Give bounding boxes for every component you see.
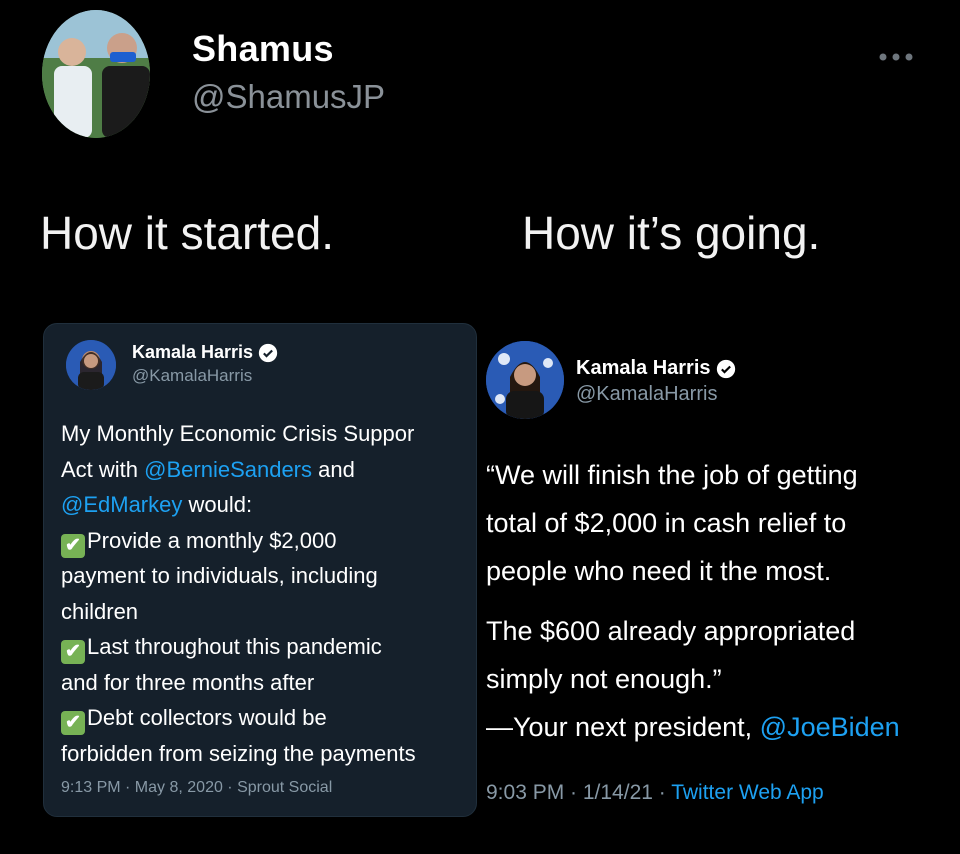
- tweet-body: “We will finish the job of getting total…: [486, 451, 900, 751]
- tweet-author-name[interactable]: Kamala Harris: [576, 357, 736, 380]
- tweet-author-name[interactable]: Kamala Harris: [132, 342, 278, 363]
- mention-link-joebiden[interactable]: @JoeBiden: [760, 712, 900, 742]
- check-mark-icon: ✔: [61, 533, 85, 558]
- tweet-line: ✔ Provide a monthly $2,000: [61, 523, 416, 559]
- tweet-timestamp: 9:03 PM · 1/14/21 · Twitter Web App: [486, 781, 824, 805]
- tweet-line: —Your next president, @JoeBiden: [486, 703, 900, 751]
- tweet-line: The $600 already appropriated: [486, 616, 856, 646]
- mention-link-edmarkey[interactable]: @EdMarkey: [61, 492, 182, 517]
- tweet-line: total of $2,000 in cash relief to: [486, 508, 847, 538]
- tweet-body: My Monthly Economic Crisis Suppor Act wi…: [61, 416, 416, 771]
- avatar-photo: [42, 10, 150, 138]
- tweet-line-text: and: [312, 456, 355, 482]
- tweet-line: Act with @BernieSanders and: [61, 452, 416, 488]
- tweet-author-handle[interactable]: @KamalaHarris: [132, 366, 252, 386]
- verified-badge-icon: [716, 359, 736, 378]
- tweet-line-text: Debt collectors would be: [87, 705, 327, 730]
- verified-badge-icon: [258, 344, 278, 363]
- tweet-timestamp[interactable]: 9:13 PM · May 8, 2020 · Sprout Social: [61, 779, 332, 797]
- tweet-line-text: Last throughout this pandemic: [87, 634, 382, 659]
- caption-how-its-going: How it’s going.: [522, 207, 821, 259]
- tweet-source-link[interactable]: Twitter Web App: [671, 781, 824, 804]
- tweet-avatar[interactable]: [486, 341, 564, 419]
- tweet-line: My Monthly Economic Crisis Suppor: [61, 421, 415, 446]
- tweet-line: people who need it the most.: [486, 556, 832, 586]
- profile-avatar[interactable]: [42, 10, 150, 138]
- tweet-line-text: Provide a monthly $2,000: [87, 527, 337, 553]
- tweet-line-text: Act with: [61, 456, 145, 482]
- tweet-line: @EdMarkey would:: [61, 487, 416, 523]
- author-name[interactable]: Shamus: [192, 28, 334, 70]
- tweet-avatar[interactable]: [66, 340, 116, 390]
- tweet-line-text: would:: [182, 492, 253, 517]
- mention-link-bernie[interactable]: @BernieSanders: [144, 457, 312, 482]
- author-handle[interactable]: @ShamusJP: [192, 78, 385, 116]
- tweet-line: forbidden from seizing the payments: [61, 740, 416, 766]
- caption-how-it-started: How it started.: [40, 207, 334, 259]
- tweet-line: simply not enough.”: [486, 664, 722, 694]
- tweet-author-name-text: Kamala Harris: [132, 342, 254, 362]
- tweet-meta-text[interactable]: 9:03 PM · 1/14/21 ·: [486, 781, 671, 804]
- embedded-tweet-left[interactable]: Kamala Harris @KamalaHarris My Monthly E…: [43, 323, 477, 817]
- tweet-line: payment to individuals, including: [61, 563, 378, 588]
- tweet-author-handle[interactable]: @KamalaHarris: [576, 383, 717, 406]
- tweet-line: ✔ Debt collectors would be: [61, 700, 416, 736]
- tweet-line: “We will finish the job of getting: [486, 460, 858, 490]
- more-horizontal-icon[interactable]: [878, 38, 914, 69]
- tweet-line: children: [61, 598, 139, 624]
- tweet-author-name-text: Kamala Harris: [576, 357, 711, 379]
- tweet-line-text: —Your next president,: [486, 712, 760, 742]
- check-mark-icon: ✔: [61, 640, 85, 664]
- embedded-tweet-right[interactable]: Kamala Harris @KamalaHarris “We will fin…: [482, 321, 960, 854]
- tweet-line: ✔ Last throughout this pandemic: [61, 629, 416, 665]
- check-mark-icon: ✔: [61, 711, 85, 735]
- tweet-line: and for three months after: [61, 669, 315, 695]
